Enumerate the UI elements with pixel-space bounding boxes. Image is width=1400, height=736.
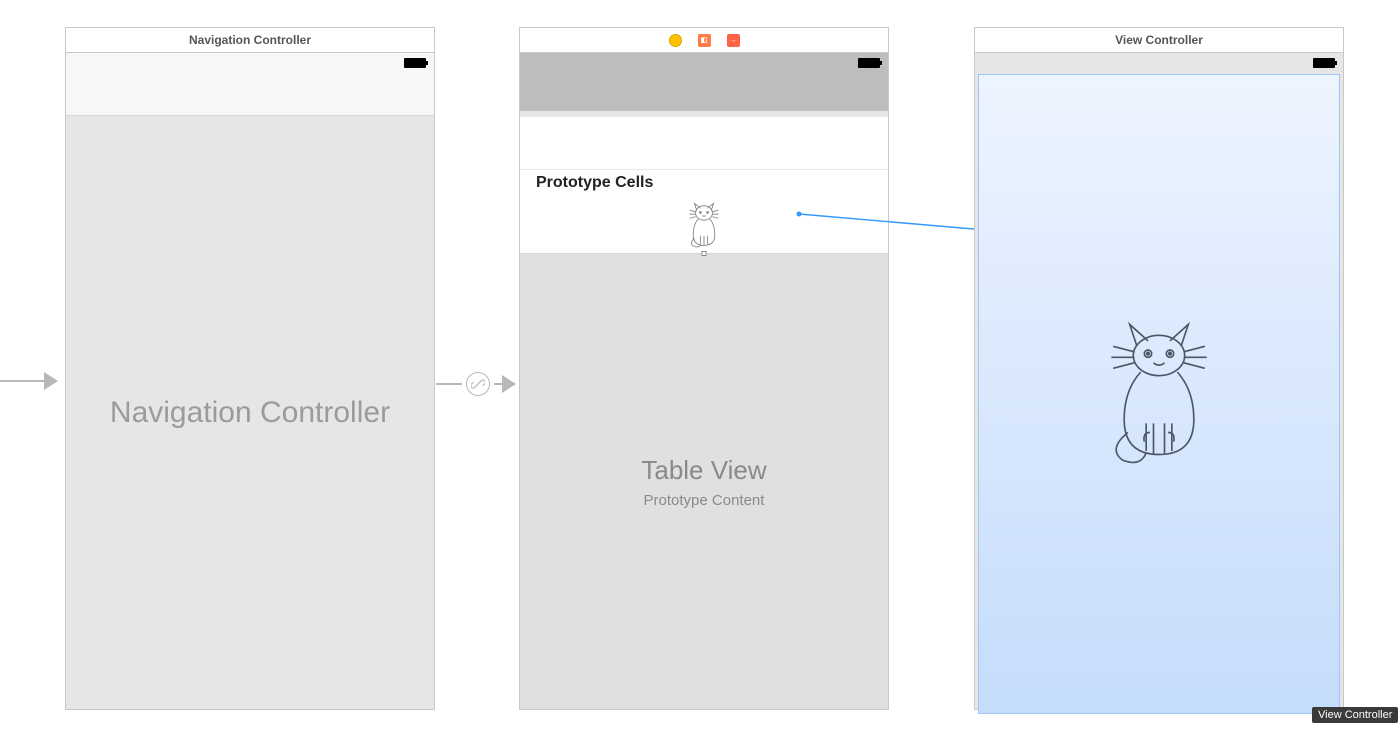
scene-view-controller[interactable]: View Controller [974, 27, 1344, 710]
scene-body[interactable]: Prototype Cells [520, 53, 888, 709]
battery-icon [858, 58, 880, 68]
cell-resize-handle[interactable] [702, 251, 707, 256]
prototype-cells-header: Prototype Cells [520, 170, 888, 196]
segue-icon-chain [466, 372, 490, 396]
exit-icon[interactable]: → [727, 34, 740, 47]
table-view-placeholder[interactable]: Table View Prototype Content [520, 254, 888, 709]
scene-table-view-controller[interactable]: ◧ → Prototype Cells [519, 27, 889, 710]
table-view-subtitle: Prototype Content [644, 492, 765, 509]
root-view-selected[interactable] [978, 74, 1340, 714]
navigation-bar[interactable] [66, 53, 434, 116]
battery-icon [1313, 58, 1335, 68]
navigation-bar[interactable] [520, 53, 888, 111]
placeholder-label: Navigation Controller [110, 396, 390, 430]
navigation-controller-placeholder: Navigation Controller [66, 116, 434, 709]
prototype-cell[interactable] [520, 196, 888, 254]
table-view-title: Table View [641, 455, 766, 486]
cat-image-icon [686, 201, 722, 249]
scene-header-title[interactable]: Navigation Controller [66, 28, 434, 53]
segue-relationship-root[interactable] [436, 372, 518, 396]
scene-body[interactable]: Navigation Controller [66, 53, 434, 709]
initial-view-arrow[interactable] [0, 372, 60, 390]
first-responder-icon[interactable]: ◧ [698, 34, 711, 47]
storyboard-canvas[interactable]: Navigation Controller Navigation Control… [0, 0, 1400, 736]
view-controller-icon[interactable] [669, 34, 682, 47]
scene-header-selected[interactable]: ◧ → [520, 28, 888, 53]
prototype-header-label: Prototype Cells [536, 174, 653, 192]
status-bar [975, 53, 1343, 73]
tooltip-label: View Controller [1318, 709, 1392, 721]
search-bar-area[interactable] [520, 117, 888, 170]
status-bar [520, 53, 888, 73]
cat-image-icon [1104, 319, 1214, 469]
scene-title-label: Navigation Controller [189, 33, 311, 47]
status-bar [66, 53, 434, 73]
battery-icon [404, 58, 426, 68]
tooltip-view-controller: View Controller [1312, 707, 1398, 723]
scene-title-label: View Controller [1115, 33, 1203, 47]
scene-navigation-controller[interactable]: Navigation Controller Navigation Control… [65, 27, 435, 710]
scene-header-title[interactable]: View Controller [975, 28, 1343, 53]
scene-body[interactable] [975, 53, 1343, 709]
